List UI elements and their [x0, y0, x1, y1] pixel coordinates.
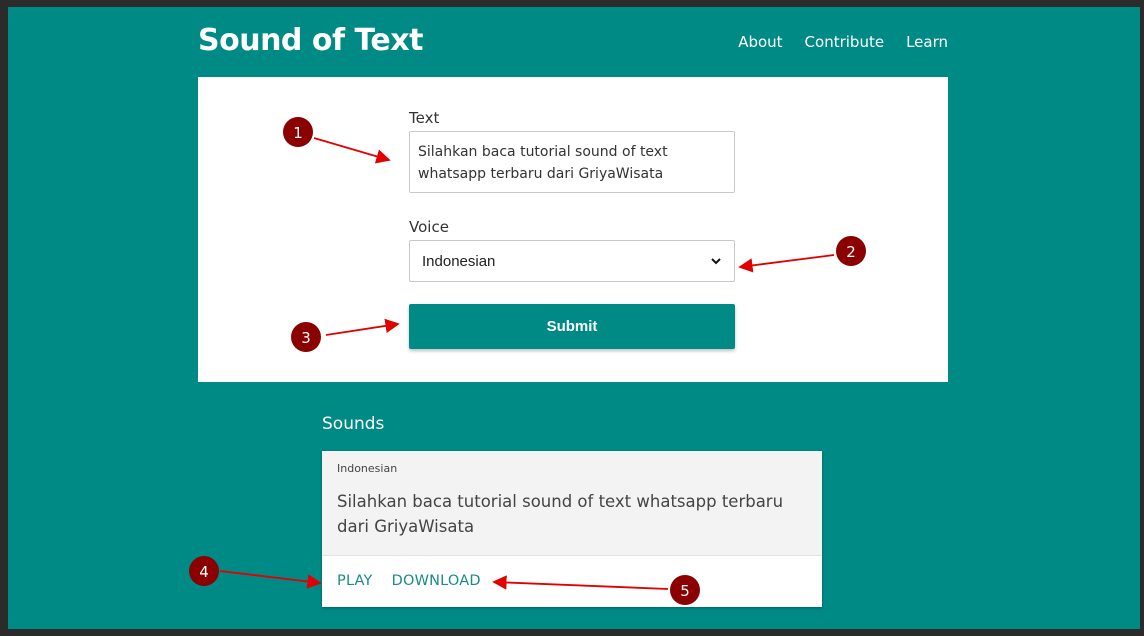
download-button[interactable]: DOWNLOAD: [392, 573, 481, 589]
sound-card-body: Indonesian Silahkan baca tutorial sound …: [322, 451, 822, 556]
submit-button[interactable]: Submit: [409, 304, 735, 349]
nav-about[interactable]: About: [738, 33, 782, 51]
nav-learn[interactable]: Learn: [906, 33, 948, 51]
sound-voice-label: Indonesian: [337, 462, 398, 475]
page-background: Sound of Text About Contribute Learn Tex…: [8, 7, 1140, 629]
brand-logo[interactable]: Sound of Text: [198, 23, 423, 58]
sound-text: Silahkan baca tutorial sound of text wha…: [337, 492, 784, 536]
sound-actions: PLAY DOWNLOAD: [337, 573, 481, 589]
header: Sound of Text About Contribute Learn: [8, 7, 1140, 77]
text-input[interactable]: Silahkan baca tutorial sound of text wha…: [409, 131, 735, 193]
voice-select[interactable]: Indonesian: [409, 240, 735, 282]
nav-contribute[interactable]: Contribute: [805, 33, 885, 51]
chevron-down-icon: [711, 258, 721, 265]
voice-select-value: Indonesian: [422, 252, 496, 270]
sounds-heading: Sounds: [322, 414, 385, 434]
form-card: Text Silahkan baca tutorial sound of tex…: [198, 77, 948, 382]
play-button[interactable]: PLAY: [337, 573, 373, 589]
sound-card: Indonesian Silahkan baca tutorial sound …: [322, 451, 822, 607]
voice-field-label: Voice: [409, 218, 449, 236]
text-field-label: Text: [409, 109, 440, 127]
main-nav: About Contribute Learn: [738, 33, 948, 51]
